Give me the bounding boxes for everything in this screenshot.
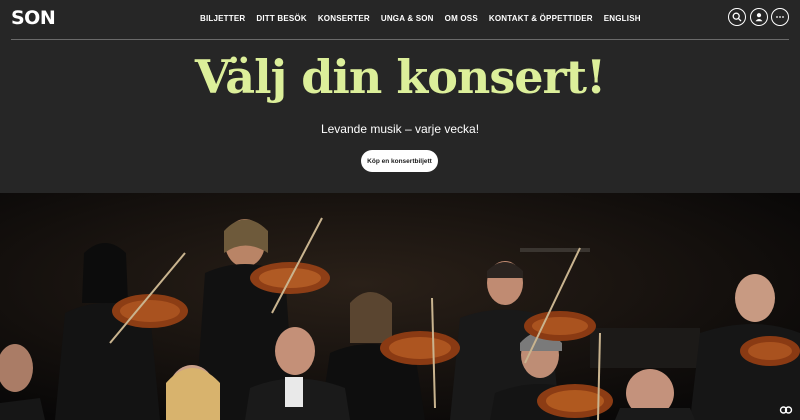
site-header: SON BILJETTER DITT BESÖK KONSERTER UNGA … <box>0 0 800 40</box>
nav-item-konserter[interactable]: KONSERTER <box>318 14 370 23</box>
orchestra-illustration <box>0 193 800 420</box>
search-button[interactable] <box>728 8 746 26</box>
nav-item-biljetter[interactable]: BILJETTER <box>200 14 245 23</box>
cc-icon <box>779 406 792 414</box>
hero-title: Välj din konsert! <box>194 50 606 104</box>
user-icon <box>755 13 763 22</box>
more-button[interactable] <box>771 8 789 26</box>
buy-ticket-button[interactable]: Köp en konsertbiljett <box>361 150 438 172</box>
nav-item-english[interactable]: ENGLISH <box>604 14 641 23</box>
nav-item-unga-son[interactable]: UNGA & SON <box>381 14 434 23</box>
search-icon <box>732 12 742 22</box>
account-button[interactable] <box>750 8 768 26</box>
site-logo[interactable]: SON <box>11 7 56 29</box>
main-nav: BILJETTER DITT BESÖK KONSERTER UNGA & SO… <box>200 0 641 36</box>
nav-item-om-oss[interactable]: OM OSS <box>445 14 478 23</box>
orchestra-photo <box>0 193 800 420</box>
header-divider <box>11 39 789 40</box>
nav-item-ditt-besok[interactable]: DITT BESÖK <box>256 14 306 23</box>
hero-subtitle: Levande musik – varje vecka! <box>320 122 480 136</box>
captions-button[interactable] <box>777 403 794 417</box>
more-icon <box>776 16 784 18</box>
nav-item-kontakt[interactable]: KONTAKT & ÖPPETTIDER <box>489 14 593 23</box>
